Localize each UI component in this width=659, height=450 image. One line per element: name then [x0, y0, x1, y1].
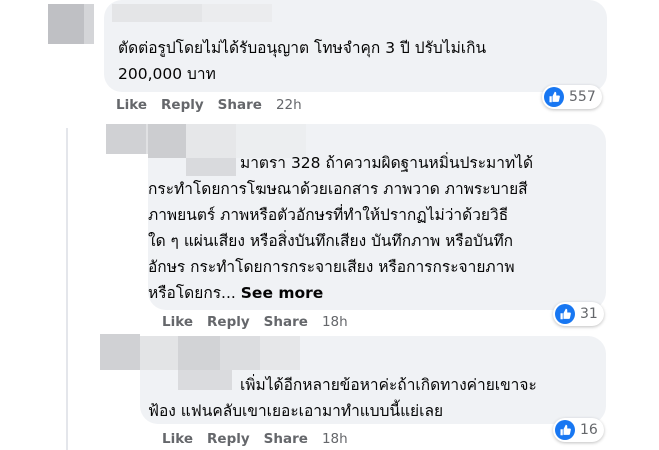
comment-text: ตัดต่อรูปโดยไม่ได้รับอนุญาต โทษจำคุก 3 ป…	[118, 39, 487, 83]
reaction-count[interactable]: 557	[542, 85, 602, 109]
reaction-count-value: 557	[569, 89, 596, 105]
comment-actions: Like Reply Share 18h	[162, 314, 362, 330]
see-more-link[interactable]: See more	[241, 284, 324, 302]
thumbs-up-icon	[555, 420, 575, 440]
like-button[interactable]: Like	[116, 97, 147, 113]
thumbs-up-icon	[544, 87, 564, 107]
comment-actions: Like Reply Share 18h	[162, 431, 362, 447]
comment-actions: Like Reply Share 22h	[116, 97, 316, 113]
comment-bubble: มาตรา 328 ถ้าความผิดฐานหมิ่นประมาทได้ กร…	[148, 124, 606, 310]
reaction-count[interactable]: 31	[553, 302, 604, 326]
thread-line	[66, 128, 68, 450]
share-button[interactable]: Share	[264, 314, 308, 330]
timestamp[interactable]: 18h	[322, 314, 348, 330]
like-button[interactable]: Like	[162, 431, 193, 447]
share-button[interactable]: Share	[264, 431, 308, 447]
comment-text: เพิ่มได้อีกหลายข้อหาค่ะถ้าเกิดทางค่ายเขา…	[148, 376, 537, 420]
reaction-count-value: 16	[580, 422, 598, 438]
reaction-count-value: 31	[580, 306, 598, 322]
like-button[interactable]: Like	[162, 314, 193, 330]
comment-bubble: เพิ่มได้อีกหลายข้อหาค่ะถ้าเกิดทางค่ายเขา…	[140, 336, 606, 424]
comment-bubble: ตัดต่อรูปโดยไม่ได้รับอนุญาต โทษจำคุก 3 ป…	[104, 0, 607, 92]
share-button[interactable]: Share	[218, 97, 262, 113]
reply-button[interactable]: Reply	[207, 314, 250, 330]
timestamp[interactable]: 22h	[276, 97, 302, 113]
timestamp[interactable]: 18h	[322, 431, 348, 447]
comment-text: มาตรา 328 ถ้าความผิดฐานหมิ่นประมาทได้ กร…	[148, 154, 534, 302]
reply-button[interactable]: Reply	[207, 431, 250, 447]
reaction-count[interactable]: 16	[553, 418, 604, 442]
reply-button[interactable]: Reply	[161, 97, 204, 113]
thumbs-up-icon	[555, 304, 575, 324]
